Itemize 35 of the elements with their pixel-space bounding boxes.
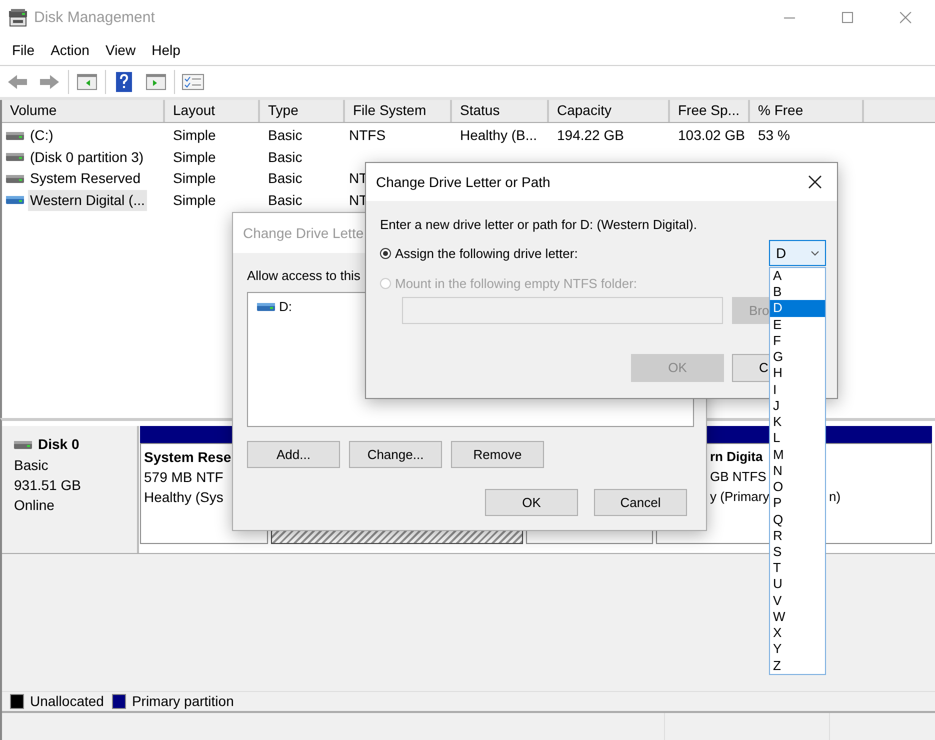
table-cell-text: NTFS xyxy=(349,126,386,146)
table-cell-text: Simple xyxy=(173,169,216,188)
window-title: Disk Management xyxy=(34,8,155,28)
disk-info: Basic xyxy=(14,456,50,475)
partition-info: 579 MB NTF xyxy=(144,468,224,487)
radio-label: Mount in the following empty NTFS folder: xyxy=(395,275,638,293)
disk-info: Online xyxy=(14,496,56,515)
disk-name: Disk 0 xyxy=(38,435,80,454)
radio-label: Assign the following drive letter: xyxy=(395,245,578,263)
table-cell-text: Basic xyxy=(268,126,302,146)
dialog-prompt: Allow access to this xyxy=(247,267,360,285)
partition-info: y (Primary xyxy=(710,488,770,506)
table-cell-text: NT xyxy=(349,190,368,210)
table-cell-text: Healthy (B... xyxy=(460,126,538,146)
partition-name: System Rese xyxy=(144,448,232,467)
disk-info: 931.51 GB xyxy=(14,476,82,495)
table-cell-text: 194.22 GB xyxy=(557,126,624,146)
table-cell-text: Basic xyxy=(268,148,302,167)
legend-label: Primary partition xyxy=(132,692,234,711)
table-cell-text: 53 % xyxy=(758,126,790,146)
table-cell-text: Simple xyxy=(173,126,216,146)
table-cell-text: Basic xyxy=(268,169,302,188)
legend-label: Unallocated xyxy=(30,692,104,711)
dialog-title: Change Drive Lette xyxy=(243,224,364,243)
table-cell-text: NT xyxy=(349,169,368,188)
table-cell-text: 103.02 GB xyxy=(678,126,745,146)
table-cell-text: Simple xyxy=(173,190,216,210)
dialog-title: Change Drive Letter or Path xyxy=(376,172,550,192)
partition-info: n) xyxy=(829,488,841,506)
table-cell-text: Basic xyxy=(268,190,302,210)
partition-info: Healthy (Sys xyxy=(144,488,224,507)
dialog-prompt: Enter a new drive letter or path for D: (Western Digital). xyxy=(380,216,697,234)
partition-info: GB NTFS xyxy=(710,468,766,486)
partition-name: rn Digita xyxy=(710,448,763,466)
table-cell-text: Simple xyxy=(173,148,216,167)
